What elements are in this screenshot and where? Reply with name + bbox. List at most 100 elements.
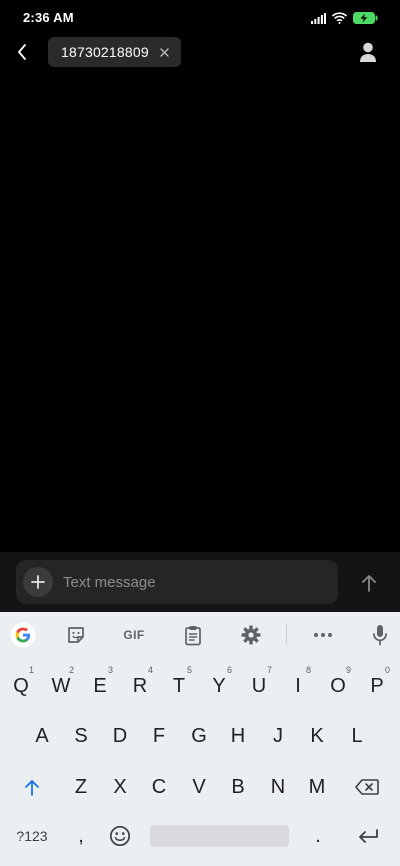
conversation-header: 18730218809 [0,36,400,70]
enter-key[interactable] [346,814,390,858]
key-q[interactable]: Q 1 [2,664,40,708]
back-arrow-icon [18,44,26,60]
clipboard-icon [185,625,201,645]
key-label: C [151,775,167,798]
key-label: R [132,674,148,697]
keyboard: G I F Q 1 W 2 E 3 R 4 T 5 Y 6 U 7 I 8 O 9 … [0,612,400,866]
key-hint: 8 [305,665,311,675]
arrow-up-icon [362,575,376,592]
key-label: G [191,724,207,747]
remove-recipient-button[interactable] [158,46,170,58]
key-p[interactable]: P 0 [358,664,396,708]
toolbar-divider [286,624,287,644]
key-label: I [295,674,301,697]
voice-input-button[interactable] [366,621,394,649]
key-label: U [251,674,267,697]
key-k[interactable]: K [298,714,336,758]
key-label: Q [13,674,29,697]
key-label: J [273,724,283,747]
key-l[interactable]: L [338,714,376,758]
clipboard-button[interactable] [179,621,207,649]
key-label: Z [74,775,88,798]
key-label: N [270,775,286,798]
more-dots-icon [314,633,332,637]
key-r[interactable]: R 4 [121,664,159,708]
backspace-key[interactable] [345,765,389,809]
key-label: A [35,724,49,747]
comma-label: , [78,824,84,847]
signal-icon [311,11,326,29]
key-hint: 7 [266,665,272,675]
key-label: H [230,724,246,747]
key-label: D [112,724,128,747]
sticker-button[interactable] [62,621,90,649]
enter-return-icon [359,829,378,843]
message-input[interactable] [63,560,323,604]
shift-key[interactable] [10,765,54,809]
key-t[interactable]: T 5 [160,664,198,708]
settings-button[interactable] [237,621,265,649]
emoji-key[interactable] [101,814,139,858]
spacebar-key[interactable] [150,825,289,847]
key-label: T [172,674,186,697]
key-hint: 4 [147,665,153,675]
key-i[interactable]: I 8 [279,664,317,708]
more-button[interactable] [309,621,337,649]
wifi-icon [331,11,348,29]
key-w[interactable]: W 2 [42,664,80,708]
key-hint: 6 [226,665,232,675]
key-o[interactable]: O 9 [319,664,357,708]
key-h[interactable]: H [219,714,257,758]
key-n[interactable]: N [259,765,297,809]
status-bar: 2:36 AM [0,0,400,36]
key-a[interactable]: A [23,714,61,758]
key-hint: 2 [68,665,74,675]
key-label: M [308,775,326,798]
gif-button[interactable]: GIF [119,621,149,649]
key-m[interactable]: M [298,765,336,809]
key-x[interactable]: X [101,765,139,809]
battery-charging-icon [353,11,378,29]
key-hint: 5 [186,665,192,675]
period-label: . [315,824,321,847]
back-button[interactable] [10,38,34,66]
key-v[interactable]: V [180,765,218,809]
key-hint: 1 [28,665,34,675]
period-key[interactable]: . [299,814,337,858]
key-label: Y [212,674,226,697]
key-j[interactable]: J [259,714,297,758]
settings-gear-icon [241,625,261,645]
key-u[interactable]: U 7 [240,664,278,708]
key-label: S [74,724,88,747]
keyboard-toolbar: GIF [0,612,400,656]
key-b[interactable]: B [219,765,257,809]
google-button[interactable] [9,621,37,649]
key-z[interactable]: Z [62,765,100,809]
key-c[interactable]: C [140,765,178,809]
comma-key[interactable]: , [62,814,100,858]
key-f[interactable]: F [140,714,178,758]
close-icon [159,47,169,57]
contact-button[interactable] [358,41,378,63]
key-label: B [231,775,245,798]
attach-button[interactable] [23,567,53,597]
contact-person-icon [360,42,376,62]
key-label: K [310,724,324,747]
messaging-screen: 2:36 AM 18730218809 Text message GIF Q 1… [0,0,400,866]
key-g[interactable]: G [180,714,218,758]
key-label: L [351,724,363,747]
recipient-chip[interactable]: 18730218809 [48,37,181,67]
key-y[interactable]: Y 6 [200,664,238,708]
shift-arrow-icon [25,780,39,796]
key-label: F [152,724,166,747]
key-e[interactable]: E 3 [81,664,119,708]
status-time: 2:36 AM [23,10,74,25]
key-s[interactable]: S [62,714,100,758]
symbols-key[interactable]: ?123 [6,814,58,858]
symbols-label: ?123 [16,828,48,844]
key-d[interactable]: D [101,714,139,758]
key-label: O [330,674,346,697]
send-button[interactable] [356,570,382,596]
backspace-icon [355,779,379,795]
key-label: W [51,674,71,697]
